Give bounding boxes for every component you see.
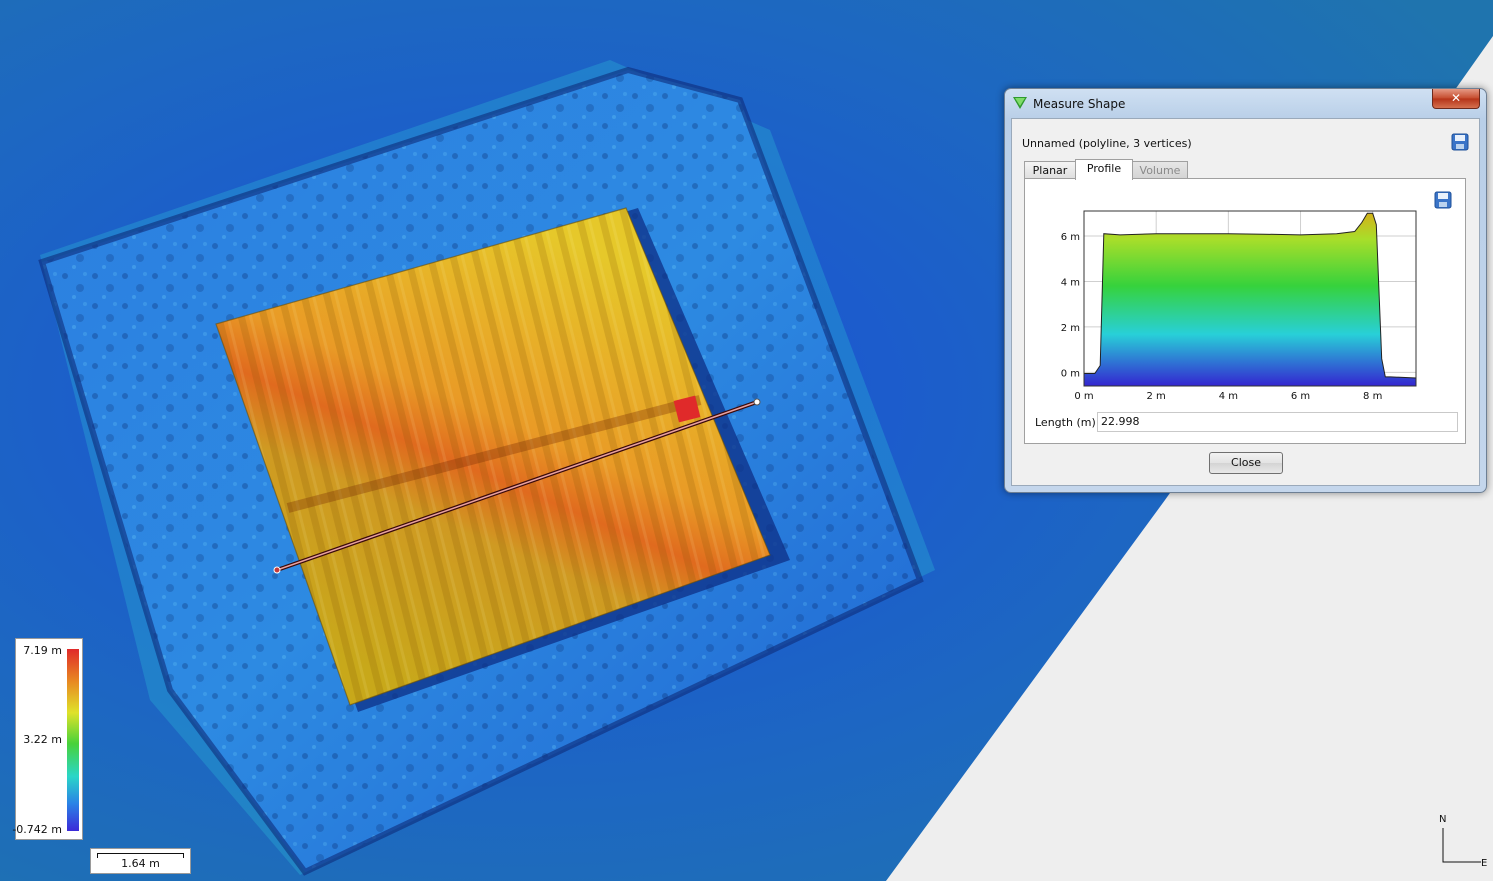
compass-east-label: E (1481, 858, 1488, 869)
y-tick-label: 4 m (1061, 277, 1080, 288)
tab-profile[interactable]: Profile (1075, 159, 1133, 180)
compass-north-label: N (1439, 814, 1447, 825)
x-tick-label: 6 m (1291, 391, 1310, 402)
length-label: Length (m): (1035, 416, 1100, 429)
x-tick-label: 0 m (1074, 391, 1093, 402)
legend-max-value: 7.19 m (23, 644, 62, 657)
legend-color-ramp (67, 649, 79, 831)
measure-shape-dialog: Measure Shape ✕ Unnamed (polyline, 3 ver… (1004, 88, 1487, 493)
scale-bar-label: 1.64 m (121, 857, 160, 870)
scale-bar: 1.64 m (90, 848, 191, 874)
tab-planar[interactable]: Planar (1024, 161, 1076, 179)
dialog-titlebar[interactable]: Measure Shape ✕ (1005, 89, 1486, 117)
legend-mid-value: 3.22 m (23, 733, 62, 746)
close-button[interactable]: Close (1209, 452, 1283, 474)
length-field[interactable]: 22.998 (1097, 412, 1458, 432)
tab-volume: Volume (1132, 161, 1188, 179)
y-tick-label: 6 m (1061, 232, 1080, 243)
legend-min-value: -0.742 m (12, 823, 62, 836)
save-icon[interactable] (1451, 133, 1469, 151)
color-legend: 7.19 m 3.22 m -0.742 m (12, 638, 83, 840)
app-icon (1013, 97, 1027, 109)
north-arrow: N E (1437, 814, 1493, 874)
dialog-title: Measure Shape (1033, 97, 1126, 111)
dialog-client-area: Unnamed (polyline, 3 vertices) Planar Pr… (1011, 118, 1480, 486)
y-tick-label: 0 m (1061, 368, 1080, 379)
close-window-button[interactable]: ✕ (1432, 89, 1480, 109)
x-tick-label: 2 m (1147, 391, 1166, 402)
x-tick-label: 8 m (1363, 391, 1382, 402)
x-tick-label: 4 m (1219, 391, 1238, 402)
shape-description: Unnamed (polyline, 3 vertices) (1022, 137, 1192, 150)
profile-area (1083, 212, 1417, 387)
profile-chart: 0 m 2 m 4 m 6 m 8 m 0 m 2 m 4 m 6 m (1061, 210, 1417, 402)
y-tick-label: 2 m (1061, 323, 1080, 334)
compass-axes-icon (1442, 828, 1481, 863)
profile-tab-pane: 0 m2 m4 m6 m8 m0 m2 m4 m6 m Length (m): … (1024, 178, 1466, 444)
